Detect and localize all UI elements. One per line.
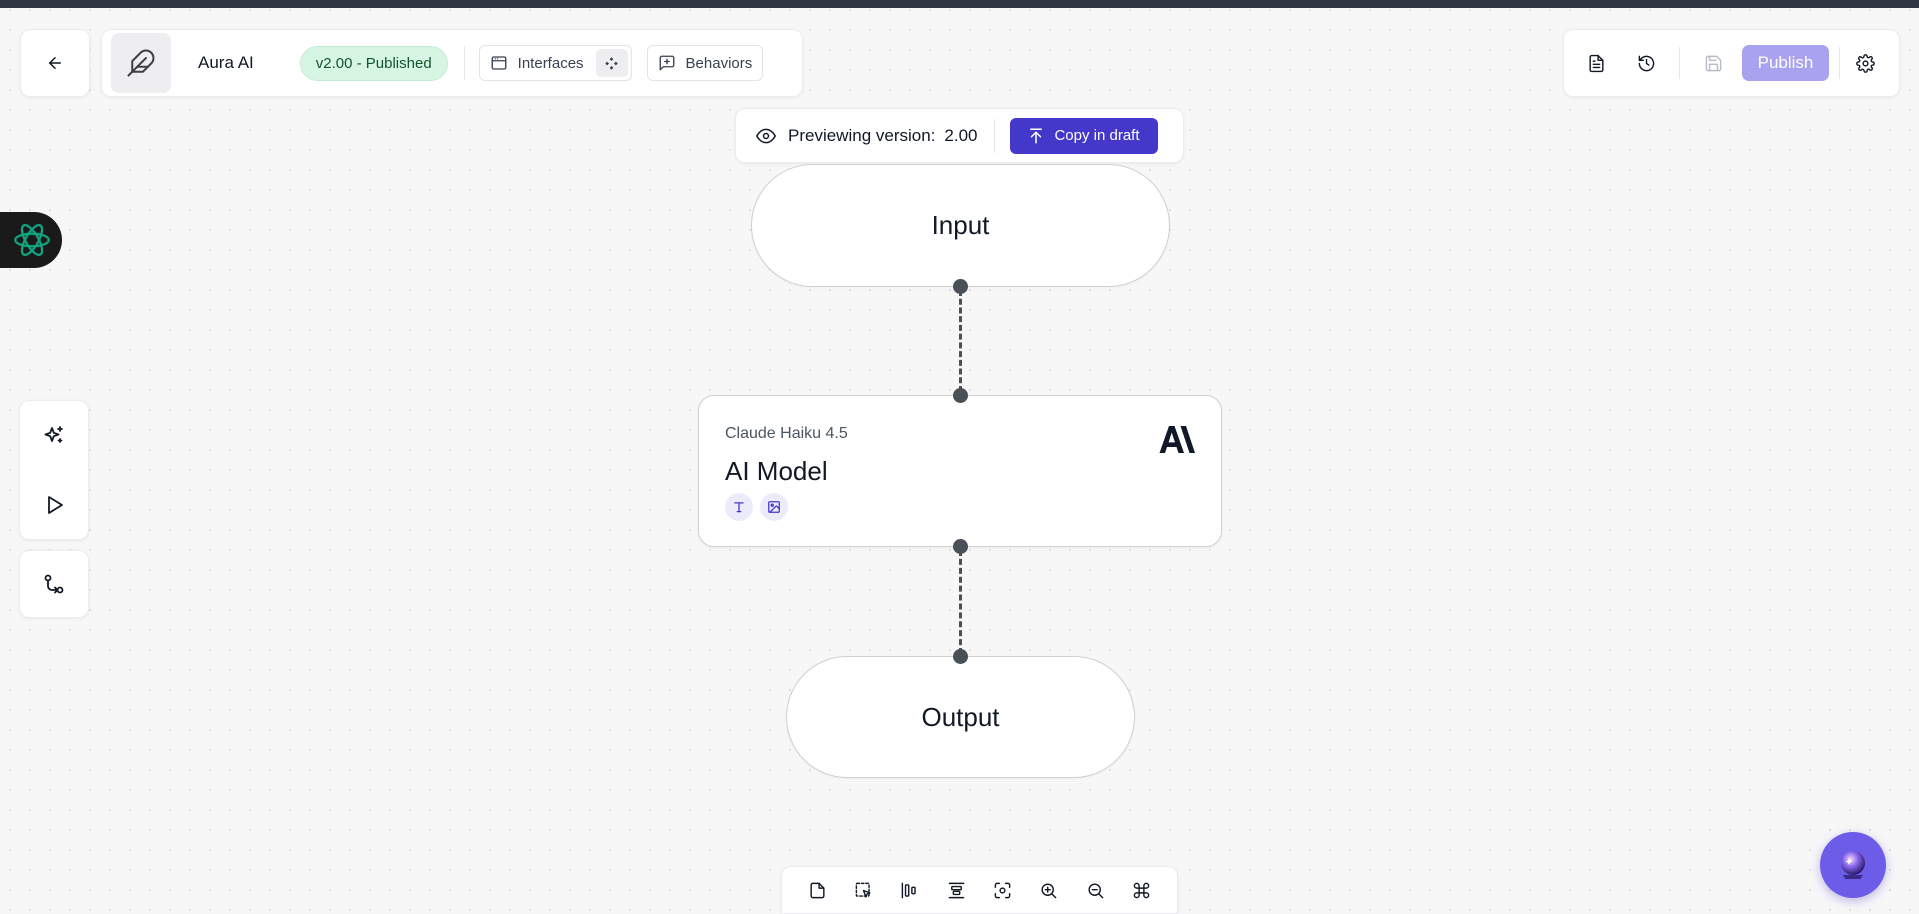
assistant-chat-button[interactable] xyxy=(1820,832,1886,898)
input-node-label: Input xyxy=(931,210,990,240)
ai-model-node[interactable]: Claude Haiku 4.5 AI Model xyxy=(698,395,1222,547)
assistant-toggle[interactable] xyxy=(0,212,62,268)
toolbar-divider xyxy=(1679,47,1680,79)
toolbar-divider xyxy=(1839,47,1840,79)
model-name: Claude Haiku 4.5 xyxy=(725,425,848,442)
openai-logo-icon xyxy=(11,219,53,261)
run-button[interactable] xyxy=(32,483,76,527)
message-plus-icon xyxy=(658,54,676,72)
document-icon xyxy=(1587,54,1606,73)
version-status-badge[interactable]: v2.00 - Published xyxy=(299,45,448,81)
align-horizontal-button[interactable] xyxy=(891,871,929,909)
document-button[interactable] xyxy=(1575,42,1617,84)
left-tool-panel-secondary xyxy=(19,550,89,618)
output-node-label: Output xyxy=(921,701,1000,732)
flow-edge-model-output xyxy=(959,550,962,654)
output-node-input-port[interactable] xyxy=(953,649,968,664)
arrow-left-icon xyxy=(46,54,64,72)
play-icon xyxy=(42,493,66,517)
right-toolbar: Publish xyxy=(1563,29,1900,97)
main-toolbar: Aura AI v2.00 - Published Interfaces Beh… xyxy=(101,29,803,97)
save-icon xyxy=(1704,54,1723,73)
git-pull-request-icon xyxy=(42,572,66,596)
toolbar-divider xyxy=(463,46,465,80)
input-node-output-port[interactable] xyxy=(953,279,968,294)
text-capability-chip xyxy=(725,493,753,521)
history-icon xyxy=(1637,54,1656,73)
ai-generate-button[interactable] xyxy=(32,414,76,458)
publish-button[interactable]: Publish xyxy=(1742,45,1829,81)
upload-arrow-icon xyxy=(1027,127,1045,145)
image-icon xyxy=(767,500,781,514)
align-vertical-icon xyxy=(947,881,966,900)
gear-icon xyxy=(1855,53,1875,73)
zoom-out-icon xyxy=(1086,881,1105,900)
select-tool-button[interactable] xyxy=(845,871,883,909)
settings-button[interactable] xyxy=(1844,42,1886,84)
window-top-strip xyxy=(0,0,1919,8)
flow-edge-input-model xyxy=(959,290,962,392)
component-icon xyxy=(604,56,619,71)
app-name: Aura AI xyxy=(198,53,254,72)
fit-view-icon xyxy=(993,881,1012,900)
model-node-title: AI Model xyxy=(725,456,828,486)
image-capability-chip xyxy=(760,493,788,521)
canvas-bottom-toolbar xyxy=(781,866,1178,914)
crystal-ball-icon xyxy=(1835,847,1871,883)
command-icon xyxy=(1132,881,1151,900)
shortcuts-button[interactable] xyxy=(1123,871,1161,909)
preview-version-value: 2.00 xyxy=(944,125,978,145)
back-button[interactable] xyxy=(20,29,90,97)
zoom-in-icon xyxy=(1039,881,1058,900)
interfaces-button[interactable]: Interfaces xyxy=(478,45,632,81)
feather-icon xyxy=(126,48,156,78)
model-node-input-port[interactable] xyxy=(953,388,968,403)
left-tool-panel xyxy=(19,400,89,540)
page-button[interactable] xyxy=(798,871,836,909)
zoom-in-button[interactable] xyxy=(1030,871,1068,909)
output-node[interactable]: Output xyxy=(786,656,1135,778)
preview-label: Previewing version: xyxy=(788,125,936,145)
history-button[interactable] xyxy=(1625,42,1667,84)
save-button[interactable] xyxy=(1692,42,1734,84)
sparkles-icon xyxy=(42,424,66,448)
interfaces-component-chip[interactable] xyxy=(595,49,628,77)
app-logo xyxy=(111,33,171,93)
text-icon xyxy=(732,500,746,514)
model-node-output-port[interactable] xyxy=(953,539,968,554)
select-icon xyxy=(854,881,873,900)
anthropic-logo-icon xyxy=(1159,426,1195,453)
align-vertical-button[interactable] xyxy=(937,871,975,909)
preview-version-bar: Previewing version: 2.00 Copy in draft xyxy=(735,108,1184,163)
eye-icon xyxy=(756,126,776,146)
preview-divider xyxy=(993,118,995,153)
input-node[interactable]: Input xyxy=(751,164,1170,287)
align-horizontal-icon xyxy=(900,881,919,900)
behaviors-label: Behaviors xyxy=(685,54,753,72)
window-icon xyxy=(490,54,508,72)
behaviors-button[interactable]: Behaviors xyxy=(646,45,764,81)
zoom-out-button[interactable] xyxy=(1076,871,1114,909)
copy-in-draft-label: Copy in draft xyxy=(1054,127,1140,144)
page-icon xyxy=(808,881,827,900)
flow-routing-button[interactable] xyxy=(32,562,76,606)
interfaces-label: Interfaces xyxy=(517,54,584,72)
fit-view-button[interactable] xyxy=(984,871,1022,909)
copy-in-draft-button[interactable]: Copy in draft xyxy=(1009,117,1158,154)
